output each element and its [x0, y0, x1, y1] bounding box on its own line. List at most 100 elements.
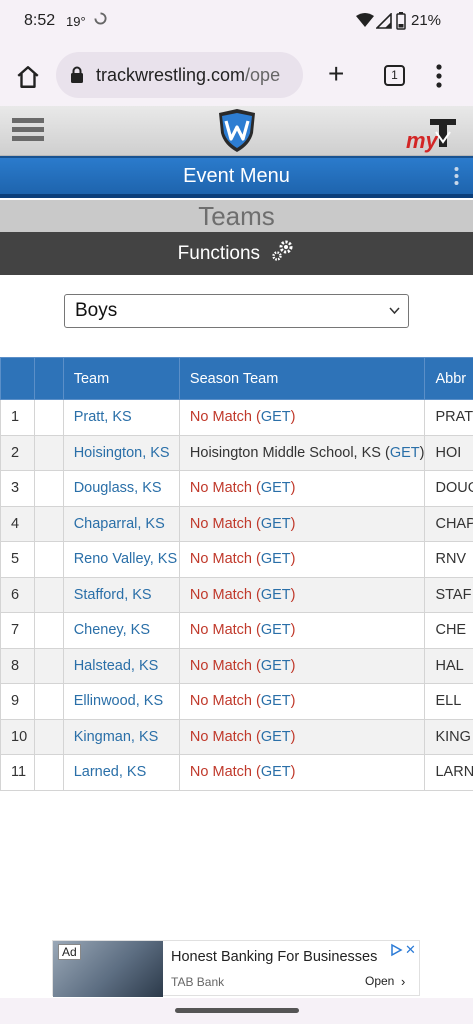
home-icon[interactable]: [15, 64, 41, 90]
hamburger-menu-icon[interactable]: [12, 118, 44, 144]
season-team-cell: No Match (GET): [178, 683, 426, 720]
wifi-icon: [356, 13, 374, 27]
season-team-text: Hoisington Middle School, KS: [189, 444, 381, 461]
table-row: 2 Hoisington, KS Hoisington Middle School,…: [0, 434, 473, 471]
abbr-cell: STAF: [424, 576, 473, 613]
season-team-cell: No Match (GET): [178, 612, 426, 649]
get-link[interactable]: GET: [261, 729, 291, 745]
table-row: 9 Ellinwood, KS No Match (GET) ELL: [0, 683, 473, 720]
adchoices-icon[interactable]: [389, 943, 403, 957]
more-options-icon[interactable]: [436, 64, 442, 88]
row-number: 1: [0, 399, 36, 436]
abbr-cell: DOUG: [424, 470, 473, 507]
event-menu-bar[interactable]: Event Menu: [0, 156, 473, 198]
season-team-cell: No Match (GET): [178, 399, 426, 436]
row-blank-cell: [34, 470, 64, 507]
row-blank-cell: [34, 718, 64, 755]
get-link[interactable]: GET: [261, 587, 291, 603]
season-team-text: No Match: [189, 622, 252, 639]
team-link[interactable]: Chaparral, KS: [74, 516, 165, 532]
functions-bar[interactable]: Functions: [0, 232, 473, 275]
url-text: trackwrestling.com/ope: [96, 65, 280, 86]
season-team-cell: No Match (GET): [178, 576, 426, 613]
ad-advertiser: TAB Bank: [171, 975, 225, 989]
get-link[interactable]: GET: [261, 622, 291, 638]
get-link[interactable]: GET: [261, 516, 291, 532]
abbr-cell: KING: [424, 718, 473, 755]
table-row: 11 Larned, KS No Match (GET) LARN: [0, 754, 473, 791]
get-link[interactable]: GET: [261, 551, 291, 567]
team-link[interactable]: Hoisington, KS: [74, 445, 170, 461]
team-link[interactable]: Reno Valley, KS: [74, 551, 177, 567]
table-row: 8 Halstead, KS No Match (GET) HAL: [0, 647, 473, 684]
season-team-cell: No Match (GET): [178, 541, 426, 578]
team-cell: Douglass, KS: [62, 470, 180, 507]
team-link[interactable]: Douglass, KS: [74, 480, 162, 496]
home-gesture-handle[interactable]: [175, 1008, 299, 1013]
season-team-text: No Match: [189, 657, 252, 674]
season-team-cell: No Match (GET): [178, 505, 426, 542]
team-link[interactable]: Ellinwood, KS: [74, 693, 163, 709]
new-tab-icon[interactable]: +: [328, 60, 344, 88]
get-link[interactable]: GET: [261, 658, 291, 674]
get-link[interactable]: GET: [261, 409, 291, 425]
team-link[interactable]: Pratt, KS: [74, 409, 132, 425]
browser-toolbar: trackwrestling.com/ope + 1: [0, 44, 473, 106]
team-cell: Chaparral, KS: [62, 505, 180, 542]
team-link[interactable]: Kingman, KS: [74, 729, 159, 745]
team-link[interactable]: Cheney, KS: [74, 622, 150, 638]
row-blank-cell: [34, 612, 64, 649]
season-team-text: No Match: [189, 515, 252, 532]
battery-icon: [396, 12, 406, 30]
season-team-text: No Match: [189, 480, 252, 497]
my-trackwrestling-logo[interactable]: my: [406, 116, 458, 153]
event-menu-label: Event Menu: [183, 165, 290, 187]
header-abbr[interactable]: Abbr: [424, 357, 473, 400]
get-link[interactable]: GET: [390, 445, 420, 461]
gear-icon[interactable]: [271, 238, 295, 262]
status-time: 8:52: [24, 12, 56, 29]
get-link[interactable]: GET: [261, 764, 291, 780]
season-team-text: No Match: [189, 586, 252, 603]
chevron-right-icon[interactable]: ›: [401, 974, 405, 989]
season-team-cell: No Match (GET): [178, 718, 426, 755]
address-bar[interactable]: trackwrestling.com/ope: [56, 52, 303, 98]
row-number: 5: [0, 541, 36, 578]
tab-switcher-button[interactable]: 1: [384, 65, 405, 86]
ad-headline[interactable]: Honest Banking For Businesses: [171, 949, 377, 965]
battery-percent: 21%: [411, 12, 442, 29]
ad-open-button[interactable]: Open: [365, 974, 394, 988]
status-bar: 8:52 19° 21%: [0, 0, 473, 44]
abbr-cell: CHE: [424, 612, 473, 649]
site-header: my: [0, 106, 473, 156]
season-team-text: No Match: [189, 409, 252, 426]
season-team-text: No Match: [189, 551, 252, 568]
season-team-cell: No Match (GET): [178, 754, 426, 791]
ad-close-icon[interactable]: ✕: [405, 942, 416, 958]
header-season-team[interactable]: Season Team: [178, 357, 426, 400]
get-link[interactable]: GET: [261, 693, 291, 709]
event-menu-options-icon[interactable]: [454, 166, 459, 186]
header-blank: [34, 357, 64, 400]
team-cell: Ellinwood, KS: [62, 683, 180, 720]
teams-table: Team Season Team Abbr 1 Pratt, KS No Match…: [0, 357, 473, 791]
abbr-cell: PRAT: [424, 399, 473, 436]
row-blank-cell: [34, 434, 64, 471]
abbr-cell: LARN: [424, 754, 473, 791]
team-link[interactable]: Halstead, KS: [74, 658, 159, 674]
team-cell: Hoisington, KS: [62, 434, 180, 471]
abbr-cell: HAL: [424, 647, 473, 684]
header-team[interactable]: Team: [62, 357, 180, 400]
row-number: 3: [0, 470, 36, 507]
division-select[interactable]: Boys: [64, 294, 409, 328]
team-link[interactable]: Larned, KS: [74, 764, 147, 780]
row-blank-cell: [34, 399, 64, 436]
ad-banner[interactable]: Ad Honest Banking For Businesses TAB Ban…: [52, 940, 420, 997]
functions-label: Functions: [177, 243, 261, 264]
row-number: 11: [0, 754, 36, 791]
trackwrestling-logo[interactable]: [217, 109, 257, 153]
team-link[interactable]: Stafford, KS: [74, 587, 152, 603]
lock-icon: [71, 66, 83, 83]
chevron-down-icon: [389, 307, 400, 315]
get-link[interactable]: GET: [261, 480, 291, 496]
